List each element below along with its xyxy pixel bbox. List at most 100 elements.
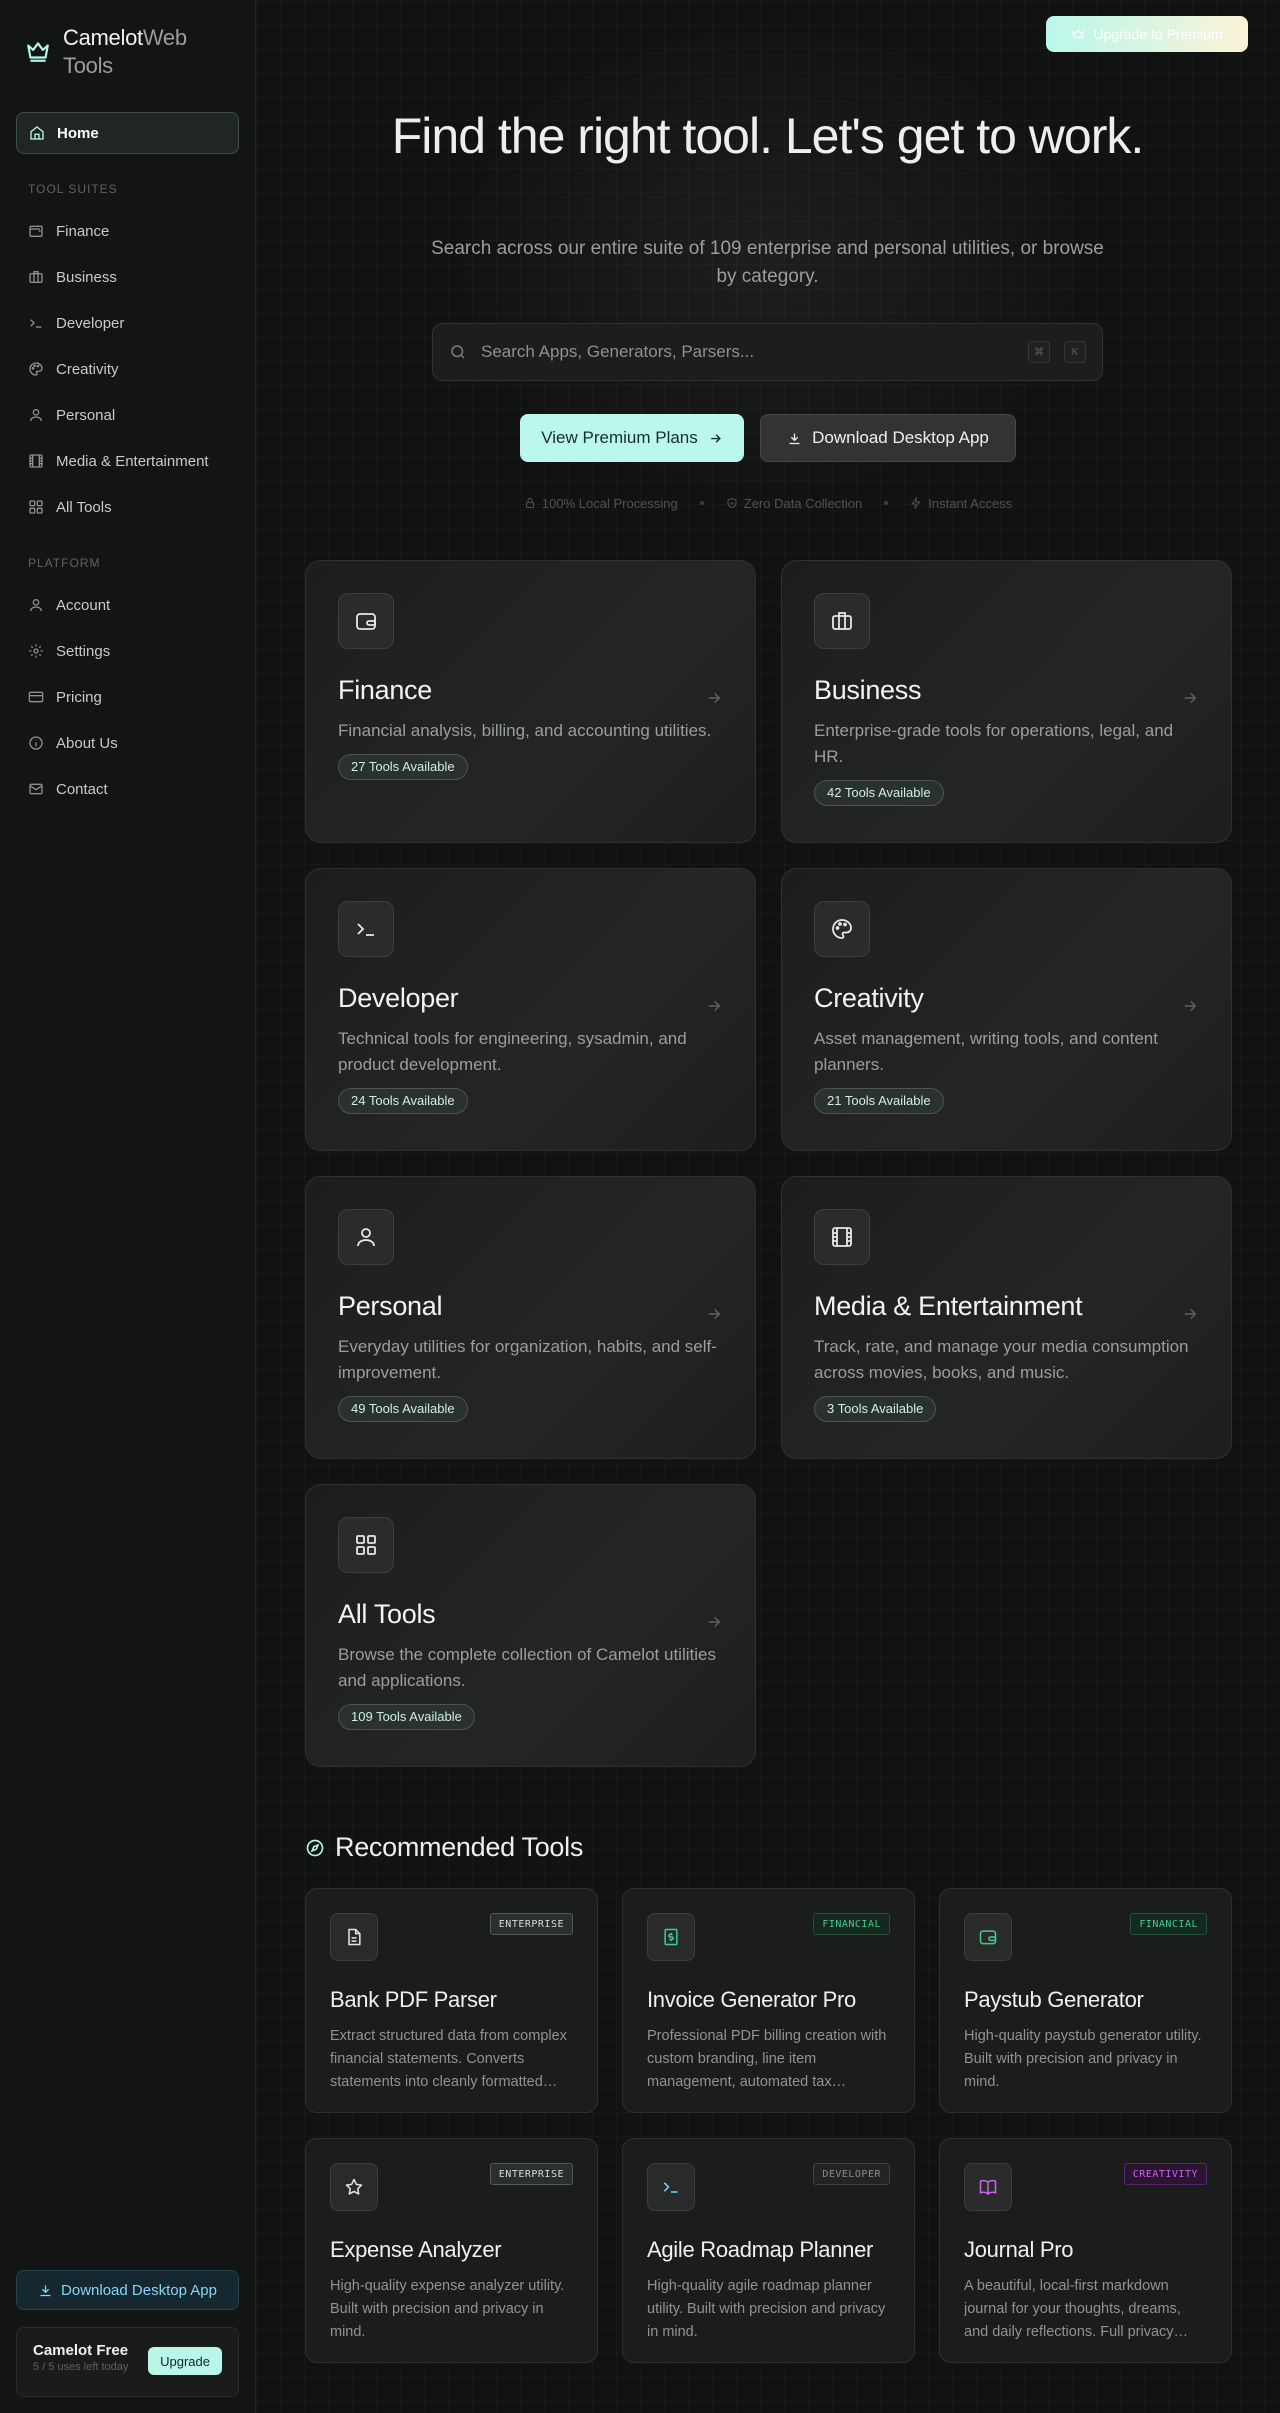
- tool-count-badge: 109 Tools Available: [338, 1704, 475, 1730]
- sidebar-item-account[interactable]: Account: [16, 586, 239, 624]
- category-card-media[interactable]: Media & Entertainment Track, rate, and m…: [781, 1176, 1232, 1459]
- wallet-icon: [356, 613, 376, 630]
- sidebar-item-creativity[interactable]: Creativity: [16, 350, 239, 388]
- sidebar-item-business[interactable]: Business: [16, 258, 239, 296]
- download-desktop-app-button[interactable]: Download Desktop App: [760, 414, 1016, 462]
- tool-title: Journal Pro: [964, 2237, 1074, 2262]
- wallet-icon: [979, 1930, 997, 1945]
- category-card-developer[interactable]: Developer Technical tools for engineerin…: [305, 868, 756, 1151]
- download-icon: [40, 2285, 51, 2296]
- search-input[interactable]: [481, 342, 1014, 362]
- grid-icon: [29, 500, 43, 514]
- tool-card-paystub-generator[interactable]: FINANCIAL Paystub Generator High-quality…: [939, 1888, 1232, 2113]
- category-card-business[interactable]: Business Enterprise-grade tools for oper…: [781, 560, 1232, 843]
- wallet-icon: [29, 225, 43, 237]
- tool-count-badge: 21 Tools Available: [814, 1088, 944, 1114]
- tool-title: Agile Roadmap Planner: [647, 2237, 874, 2262]
- arrow-right-icon: [1184, 692, 1197, 704]
- briefcase-icon: [29, 271, 43, 283]
- sidebar-item-personal[interactable]: Personal: [16, 396, 239, 434]
- page-title: Find the right tool. Let's get to work.: [391, 108, 1145, 164]
- tool-card-invoice-generator[interactable]: FINANCIAL Invoice Generator Pro Professi…: [622, 1888, 915, 2113]
- home-icon: [30, 126, 44, 140]
- sidebar-item-finance[interactable]: Finance: [16, 212, 239, 250]
- sidebar-item-settings[interactable]: Settings: [16, 632, 239, 670]
- brand-logo[interactable]: CamelotWeb Tools: [25, 24, 187, 80]
- credit-card-icon: [28, 691, 44, 703]
- tool-count-badge: 49 Tools Available: [338, 1396, 468, 1422]
- arrow-right-icon: [1184, 1000, 1197, 1012]
- sidebar-item-developer[interactable]: Developer: [16, 304, 239, 342]
- dollar-icon: [664, 1928, 678, 1946]
- sidebar-item-all-tools[interactable]: All Tools: [16, 488, 239, 526]
- category-card-finance[interactable]: Finance Financial analysis, billing, and…: [305, 560, 756, 843]
- brand-name: CamelotWeb Tools: [63, 25, 187, 78]
- arrow-right-icon: [708, 692, 721, 704]
- category-title: Business: [814, 675, 922, 705]
- sidebar-download-button[interactable]: Download Desktop App: [16, 2270, 239, 2310]
- category-description: Browse the complete collection of Camelo…: [338, 1645, 716, 1690]
- category-title: All Tools: [338, 1599, 436, 1629]
- tool-title: Invoice Generator Pro: [647, 1987, 856, 2012]
- tool-count-badge: 3 Tools Available: [814, 1396, 937, 1422]
- category-description: Financial analysis, billing, and account…: [338, 721, 712, 740]
- category-card-all-tools[interactable]: All Tools Browse the complete collection…: [305, 1484, 756, 1767]
- tool-tag: ENTERPRISE: [489, 2163, 573, 2185]
- tool-card-expense-analyzer[interactable]: ENTERPRISE Expense Analyzer High-quality…: [305, 2138, 598, 2363]
- tool-card-agile-roadmap-planner[interactable]: DEVELOPER Agile Roadmap Planner High-qua…: [622, 2138, 915, 2363]
- plan-status-box: Camelot Free 5 / 5 uses left today Upgra…: [16, 2327, 239, 2397]
- category-description: Technical tools for engineering, sysadmi…: [338, 1029, 687, 1074]
- user-icon: [357, 1228, 375, 1247]
- lock-icon: [525, 498, 534, 508]
- mail-icon: [29, 783, 43, 795]
- arrow-right-icon: [708, 1000, 721, 1012]
- file-text-icon: [348, 1928, 361, 1946]
- section-label-platform: PLATFORM: [28, 556, 101, 570]
- film-icon: [29, 454, 43, 468]
- separator-dot: [884, 501, 889, 505]
- briefcase-icon: [832, 612, 852, 630]
- tool-tag: FINANCIAL: [813, 1913, 890, 1935]
- category-card-creativity[interactable]: Creativity Asset management, writing too…: [781, 868, 1232, 1151]
- category-card-personal[interactable]: Personal Everyday utilities for organiza…: [305, 1176, 756, 1459]
- download-icon: [789, 433, 800, 444]
- sidebar-item-about[interactable]: About Us: [16, 724, 239, 762]
- bolt-icon: [911, 497, 921, 509]
- sidebar-item-pricing[interactable]: Pricing: [16, 678, 239, 716]
- tool-card-journal-pro[interactable]: CREATIVITY Journal Pro A beautiful, loca…: [939, 2138, 1232, 2363]
- category-description: Asset management, writing tools, and con…: [814, 1029, 1158, 1074]
- arrow-right-icon: [1184, 1308, 1197, 1320]
- arrow-right-icon: [708, 1616, 721, 1628]
- gear-icon: [29, 644, 43, 658]
- upgrade-premium-button[interactable]: Upgrade to Premium: [1046, 16, 1248, 52]
- tool-title: Bank PDF Parser: [330, 1987, 497, 2012]
- palette-icon: [832, 919, 852, 939]
- terminal-icon: [663, 2182, 678, 2193]
- feature-instant-access: Instant Access: [910, 496, 1012, 511]
- tool-tag: ENTERPRISE: [489, 1913, 573, 1935]
- search-icon: [451, 345, 465, 359]
- category-description: Everyday utilities for organization, hab…: [338, 1337, 717, 1382]
- recommended-heading: Recommended Tools: [305, 1832, 583, 1863]
- crown-icon: [1072, 29, 1085, 39]
- tool-count-badge: 42 Tools Available: [814, 780, 944, 806]
- book-icon: [979, 2179, 997, 2196]
- sidebar: CamelotWeb Tools Home TOOL SUITES Financ…: [0, 0, 256, 2413]
- view-premium-plans-button[interactable]: View Premium Plans: [520, 414, 744, 462]
- sidebar-item-media[interactable]: Media & Entertainment: [16, 442, 239, 480]
- terminal-icon: [357, 923, 374, 936]
- compass-icon: [306, 1839, 324, 1856]
- category-description: Track, rate, and manage your media consu…: [814, 1337, 1189, 1382]
- search-bar: ⌘ K: [432, 323, 1103, 381]
- info-icon: [29, 736, 43, 750]
- tool-card-bank-pdf-parser[interactable]: ENTERPRISE Bank PDF Parser Extract struc…: [305, 1888, 598, 2113]
- tool-description: A beautiful, local-first markdown journa…: [964, 2278, 1181, 2340]
- sidebar-item-contact[interactable]: Contact: [16, 770, 239, 808]
- category-title: Developer: [338, 983, 459, 1013]
- plan-upgrade-button[interactable]: Upgrade: [148, 2347, 222, 2375]
- sidebar-item-home[interactable]: Home: [16, 112, 239, 154]
- tool-description: Extract structured data from complex fin…: [330, 2028, 567, 2090]
- shield-icon: [727, 497, 737, 509]
- section-label-tool-suites: TOOL SUITES: [28, 182, 118, 196]
- arrow-right-icon: [710, 433, 721, 443]
